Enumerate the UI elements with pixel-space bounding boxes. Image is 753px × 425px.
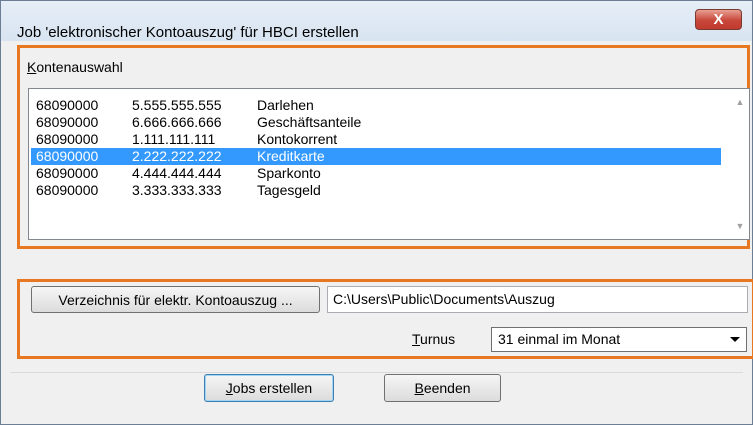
account-row[interactable]: 68090000 3.333.333.333 Tagesgeld xyxy=(31,182,721,199)
account-blz: 68090000 xyxy=(36,165,99,181)
account-blz: 68090000 xyxy=(36,131,99,147)
account-name: Darlehen xyxy=(257,97,314,113)
close-icon: X xyxy=(713,11,724,28)
accounts-group-label: Kontenauswahl xyxy=(27,59,123,75)
account-name: Tagesgeld xyxy=(257,182,321,198)
account-number: 3.333.333.333 xyxy=(132,182,222,198)
button-separator xyxy=(10,372,743,373)
account-row[interactable]: 68090000 1.111.111.111 Kontokorrent xyxy=(31,131,721,148)
account-name: Kontokorrent xyxy=(257,131,338,147)
choose-directory-button[interactable]: Verzeichnis für elektr. Kontoauszug ... xyxy=(31,286,320,313)
account-blz: 68090000 xyxy=(36,97,99,113)
account-name: Sparkonto xyxy=(257,165,321,181)
scroll-up-arrow-icon[interactable]: ▲ xyxy=(735,97,745,107)
quit-label: Beenden xyxy=(414,380,471,396)
create-jobs-label: Jobs erstellen xyxy=(225,380,313,396)
turnus-select[interactable]: 31 einmal im Monat xyxy=(491,327,747,352)
turnus-label: Turnus xyxy=(412,331,456,347)
account-number: 1.111.111.111 xyxy=(132,131,216,147)
scroll-down-arrow-icon[interactable]: ▼ xyxy=(735,221,745,231)
account-row[interactable]: 68090000 5.555.555.555 Darlehen xyxy=(31,97,721,114)
account-number: 2.222.222.222 xyxy=(132,148,222,164)
account-row[interactable]: 68090000 6.666.666.666 Geschäftsanteile xyxy=(31,114,721,131)
choose-directory-label: Verzeichnis für elektr. Kontoauszug ... xyxy=(58,291,293,308)
accounts-listbox[interactable]: 68090000 5.555.555.555 Darlehen 68090000 6.6… xyxy=(28,88,750,240)
account-blz: 68090000 xyxy=(36,114,99,130)
turnus-selected-value: 31 einmal im Monat xyxy=(498,331,621,347)
close-button[interactable]: X xyxy=(695,9,742,30)
title-bar: Job 'elektronischer Kontoauszug' für HBC… xyxy=(1,1,752,41)
account-name: Kreditkarte xyxy=(257,148,325,164)
account-number: 6.666.666.666 xyxy=(132,114,222,130)
account-blz: 68090000 xyxy=(36,148,99,164)
quit-button[interactable]: Beenden xyxy=(384,374,501,402)
account-number: 5.555.555.555 xyxy=(132,97,222,113)
directory-path-input[interactable]: C:\Users\Public\Documents\Auszug xyxy=(327,286,748,313)
window-title: Job 'elektronischer Kontoauszug' für HBC… xyxy=(17,24,359,41)
account-row[interactable]: 68090000 4.444.444.444 Sparkonto xyxy=(31,165,721,182)
account-row[interactable]: 68090000 2.222.222.222 Kreditkarte xyxy=(31,148,721,165)
account-blz: 68090000 xyxy=(36,182,99,198)
account-name: Geschäftsanteile xyxy=(257,114,362,130)
account-number: 4.444.444.444 xyxy=(132,165,222,181)
chevron-down-icon xyxy=(730,337,740,342)
create-jobs-button[interactable]: Jobs erstellen xyxy=(204,374,334,402)
